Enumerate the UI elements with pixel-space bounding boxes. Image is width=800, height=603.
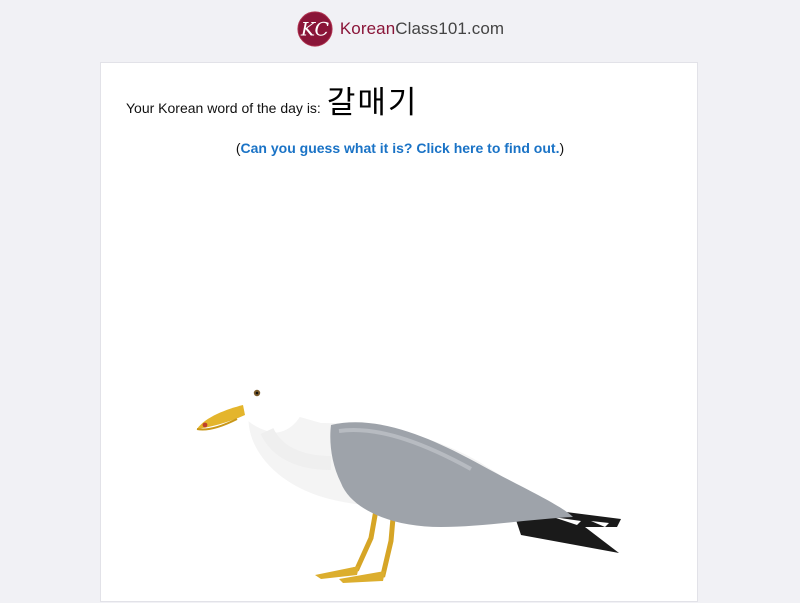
site-header: KC KoreanClass101.com [0, 0, 800, 62]
word-of-the-day-card: Your Korean word of the day is: 갈매기 (Can… [100, 62, 698, 602]
koreanclass101-logo-icon: KC [297, 11, 333, 47]
gull-feet [315, 566, 385, 583]
gull-head [236, 370, 305, 433]
logo-text: KoreanClass101.com [340, 19, 504, 39]
korean-word: 갈매기 [326, 85, 419, 121]
site-logo[interactable]: KC KoreanClass101.com [296, 10, 504, 48]
word-line: Your Korean word of the day is: 갈매기 [126, 77, 418, 122]
logo-brand-text: Korean [339, 19, 396, 38]
hint-close-paren: ) [559, 140, 565, 156]
word-intro-text: Your Korean word of the day is: [126, 100, 321, 116]
logo-mark-text: KC [300, 19, 330, 41]
reveal-answer-link[interactable]: Can you guess what it is? Click here to … [241, 140, 560, 156]
logo-rest-text: Class101.com [395, 19, 505, 38]
hint-line: (Can you guess what it is? Click here to… [101, 140, 699, 156]
seagull-image [196, 370, 621, 583]
gull-wing [330, 422, 573, 527]
